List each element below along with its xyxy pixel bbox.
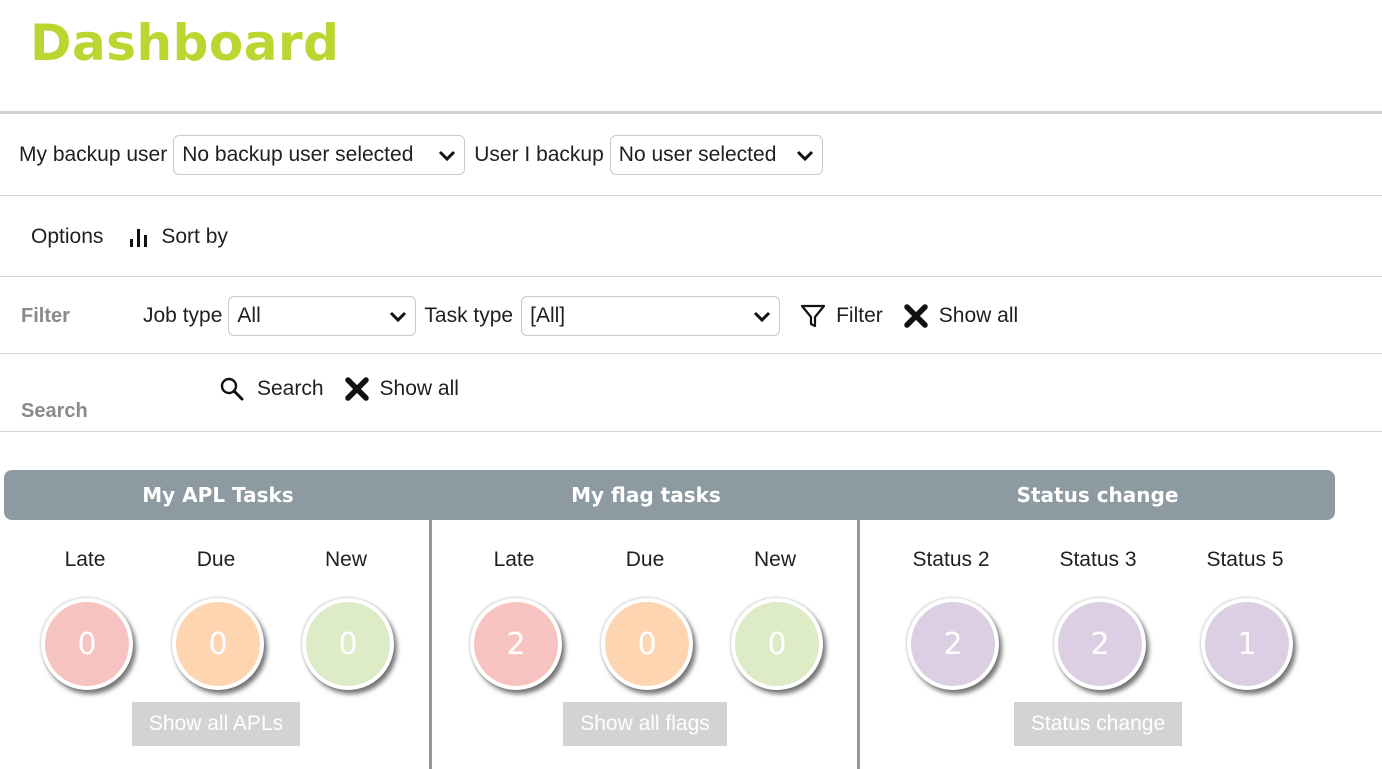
flag-late-label: Late: [493, 548, 535, 571]
flag-due-count[interactable]: 0: [601, 598, 693, 690]
my-backup-user-select[interactable]: No backup user selected: [173, 135, 466, 175]
show-all-apls-button[interactable]: Show all APLs: [132, 702, 300, 746]
search-row: Search: [21, 370, 219, 422]
sort-by-button[interactable]: Sort by: [127, 225, 228, 249]
status-3-label: Status 3: [1059, 548, 1137, 571]
job-type-select[interactable]: All: [228, 296, 417, 336]
job-type-value: All: [237, 304, 261, 327]
search-section-label: Search: [21, 399, 88, 422]
status-3-count[interactable]: 2: [1054, 598, 1146, 690]
status-5-count[interactable]: 1: [1201, 598, 1293, 690]
divider: [0, 353, 1382, 354]
status-2-label: Status 2: [912, 548, 990, 571]
search-show-all-label: Show all: [379, 377, 459, 400]
apl-late-label: Late: [64, 548, 106, 571]
flag-new-label: New: [753, 548, 796, 571]
header-divider: [0, 111, 1382, 114]
options-row: Options Sort by: [31, 218, 228, 256]
bar-chart-icon: [130, 229, 148, 247]
sort-by-label: Sort by: [161, 225, 228, 248]
status-change-button[interactable]: Status change: [1014, 702, 1182, 746]
page-title: Dashboard: [30, 14, 340, 72]
task-type-value: [All]: [530, 304, 566, 327]
filter-label: Filter: [836, 304, 883, 327]
apl-late-count[interactable]: 0: [41, 598, 133, 690]
filter-button[interactable]: Filter: [800, 303, 883, 329]
chevron-down-icon: [754, 311, 771, 323]
user-i-backup-select[interactable]: No user selected: [609, 135, 823, 175]
flag-new-count[interactable]: 0: [731, 598, 823, 690]
search-show-all-button[interactable]: Show all: [344, 376, 459, 402]
panel-title-apl: My APL Tasks: [142, 483, 294, 507]
apl-due-count[interactable]: 0: [172, 598, 264, 690]
backup-row: My backup user No backup user selected U…: [19, 134, 823, 176]
chevron-down-icon: [390, 311, 407, 323]
apl-new-label: New: [324, 548, 367, 571]
task-type-label: Task type: [424, 304, 514, 327]
filter-row: Filter Job type All Task type [All] Filt…: [21, 295, 1018, 337]
flag-due-label: Due: [625, 548, 665, 571]
my-backup-user-label: My backup user: [19, 143, 168, 166]
task-panels-header: My APL Tasks My flag tasks Status change: [4, 470, 1335, 520]
panel-divider: [429, 520, 432, 769]
divider: [0, 195, 1382, 196]
status-5-label: Status 5: [1206, 548, 1284, 571]
options-label[interactable]: Options: [31, 225, 103, 249]
user-i-backup-value: No user selected: [618, 143, 777, 166]
job-type-label: Job type: [143, 304, 223, 327]
my-backup-user-value: No backup user selected: [182, 143, 414, 166]
status-2-count[interactable]: 2: [907, 598, 999, 690]
panel-divider: [857, 520, 860, 769]
filter-show-all-label: Show all: [938, 304, 1019, 327]
task-type-select[interactable]: [All]: [521, 296, 781, 336]
search-actions: Search Show all: [219, 370, 459, 408]
panel-title-flags: My flag tasks: [571, 483, 721, 507]
filter-show-all-button[interactable]: Show all: [903, 303, 1018, 329]
search-button[interactable]: Search: [219, 376, 324, 402]
panel-title-status: Status change: [1016, 483, 1179, 507]
divider: [0, 431, 1382, 432]
user-i-backup-label: User I backup: [474, 143, 604, 166]
show-all-flags-button[interactable]: Show all flags: [563, 702, 727, 746]
apl-new-count[interactable]: 0: [302, 598, 394, 690]
search-label: Search: [257, 377, 324, 400]
funnel-icon: [801, 304, 826, 328]
filter-section-label: Filter: [21, 304, 70, 327]
magnifier-icon: [220, 377, 244, 401]
x-icon: [344, 377, 369, 401]
chevron-down-icon: [796, 150, 813, 162]
apl-due-label: Due: [196, 548, 236, 571]
divider: [0, 276, 1382, 277]
chevron-down-icon: [439, 150, 456, 162]
flag-late-count[interactable]: 2: [470, 598, 562, 690]
x-icon: [904, 304, 928, 328]
